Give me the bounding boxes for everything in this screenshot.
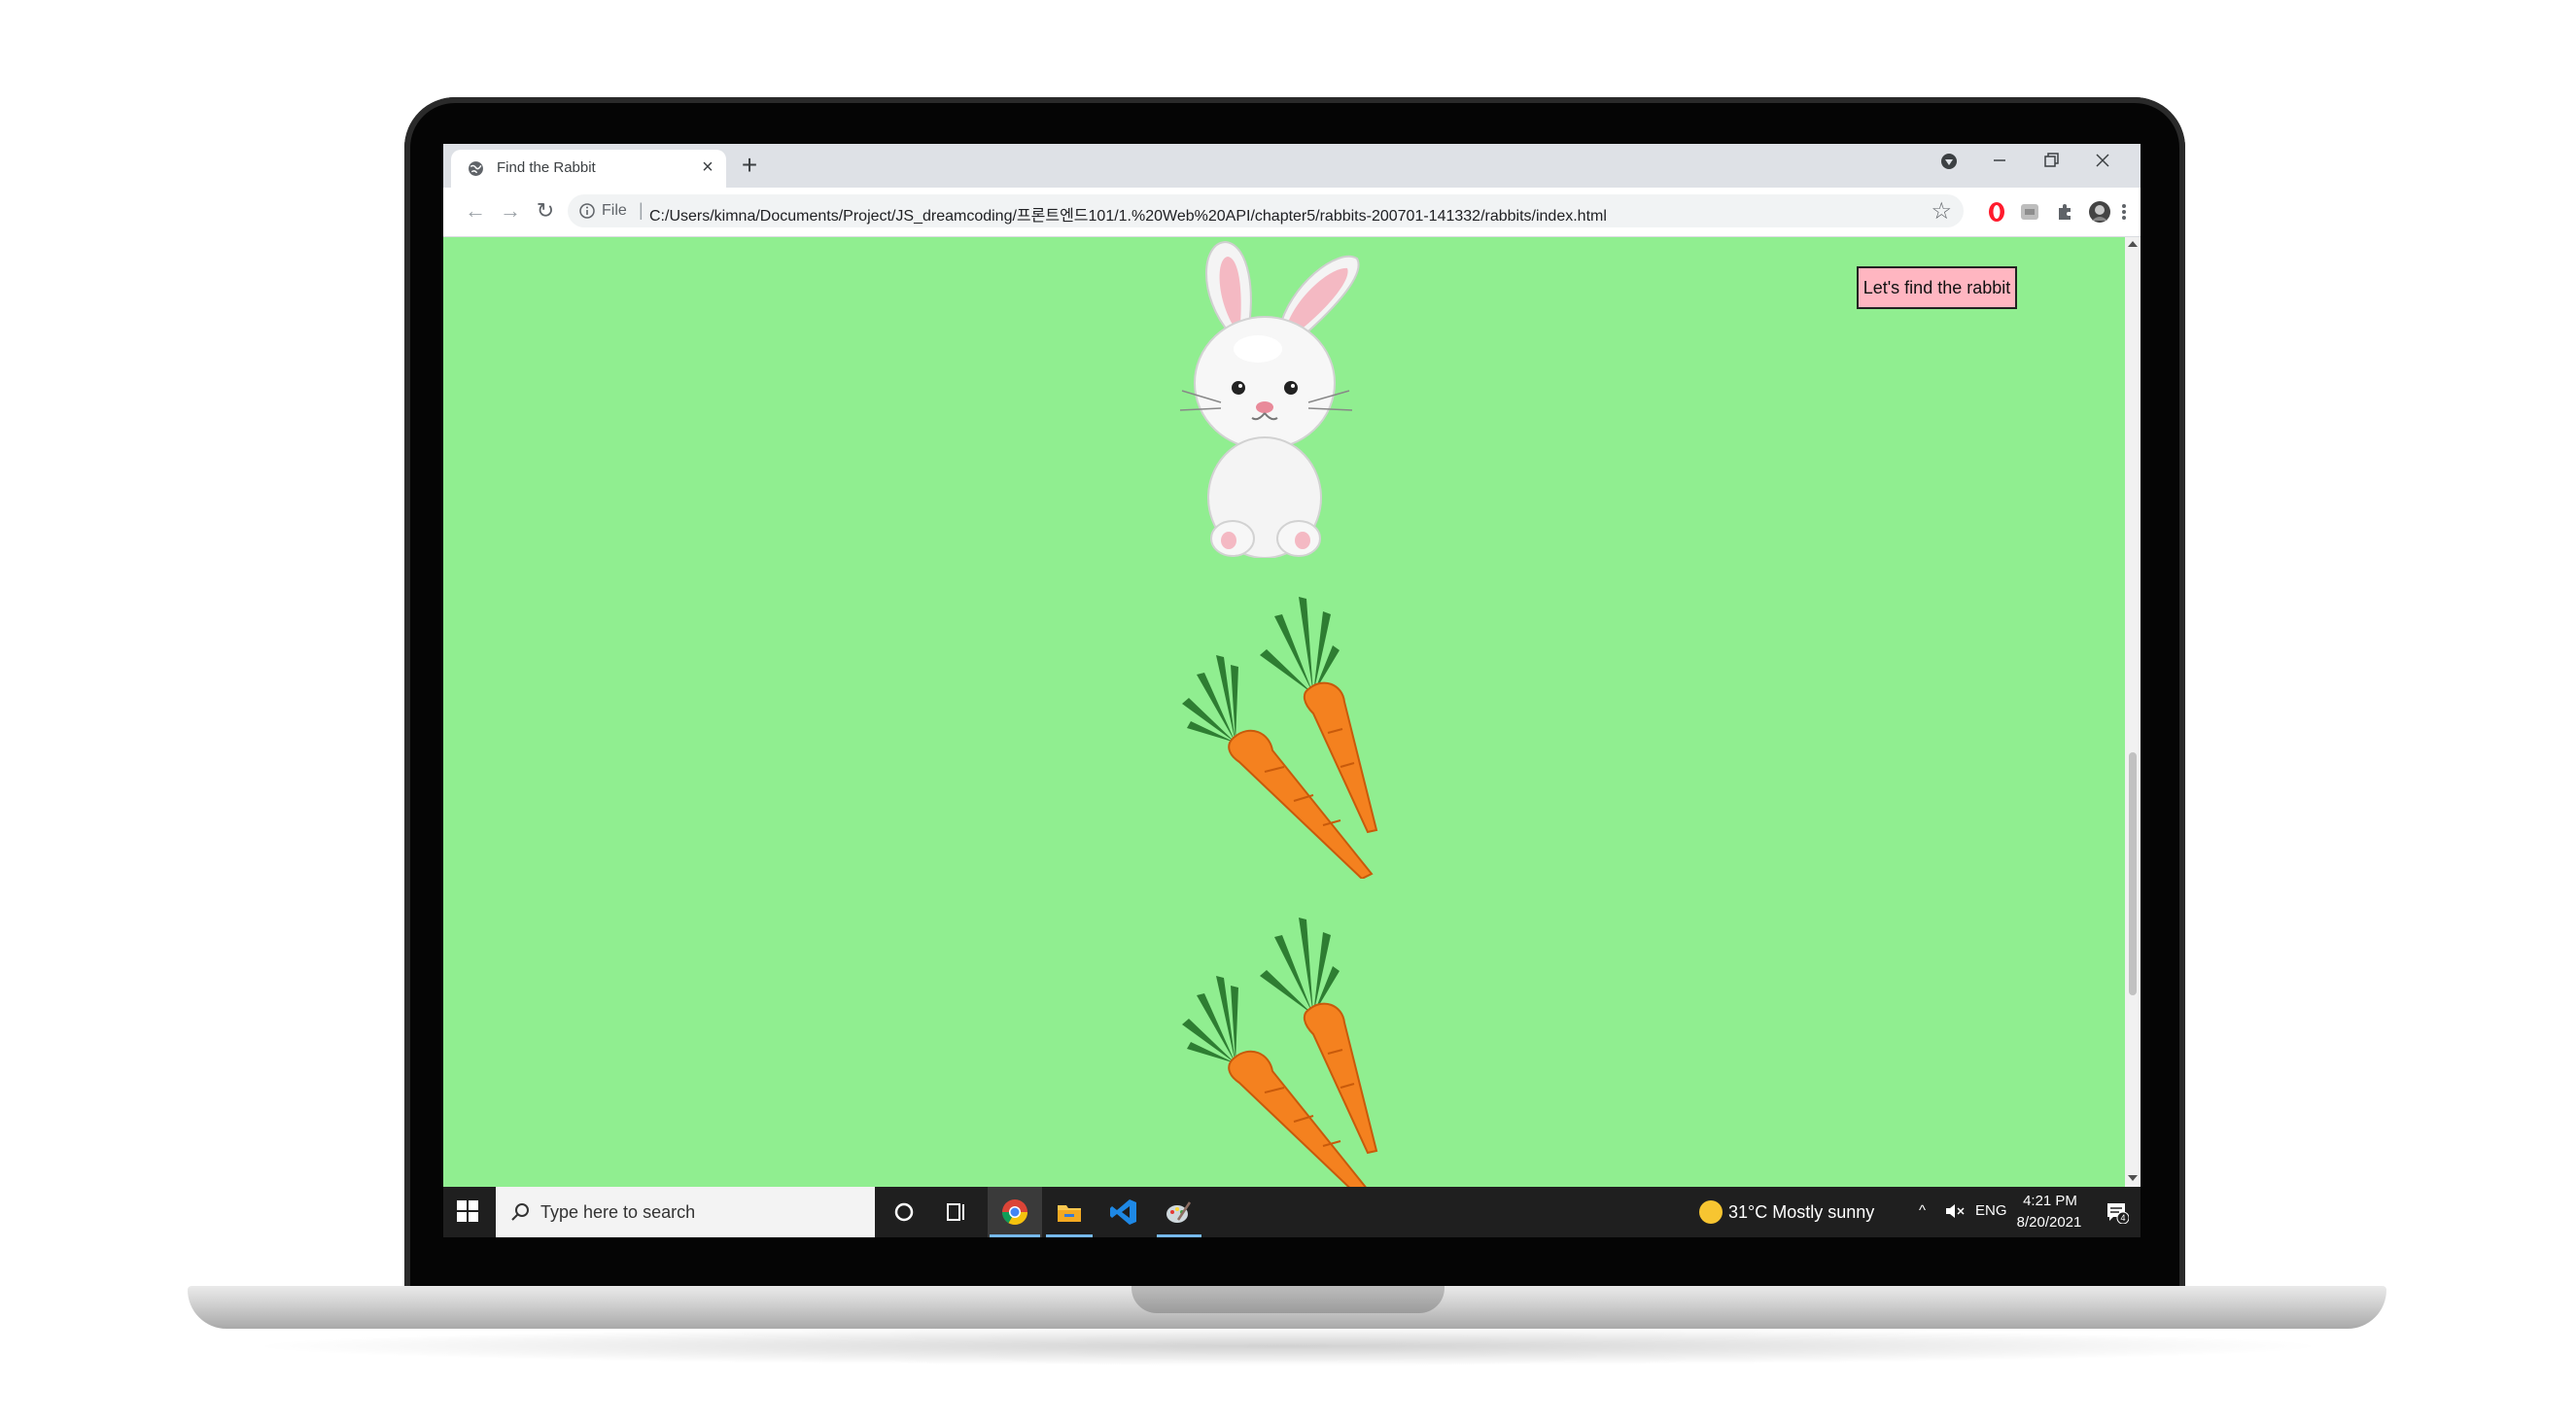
scroll-down-icon[interactable] xyxy=(2128,1175,2138,1181)
opera-icon[interactable] xyxy=(1985,200,2008,224)
new-tab-button[interactable]: + xyxy=(735,152,764,181)
tray-chevron-icon[interactable]: ^ xyxy=(1919,1202,1926,1219)
profile-avatar[interactable] xyxy=(2088,200,2111,224)
bookmark-star-icon[interactable]: ☆ xyxy=(1931,197,1952,226)
vscode-icon[interactable] xyxy=(1108,1197,1139,1228)
paint-active-indicator xyxy=(1157,1234,1201,1237)
taskbar-search-box[interactable]: Type here to search xyxy=(496,1187,875,1237)
browser-toolbar: ← → ↻ File | C:/Users/kimna/Documents/Pr… xyxy=(443,188,2141,237)
address-bar[interactable]: File | C:/Users/kimna/Documents/Project/… xyxy=(568,194,1964,227)
speaker-muted-icon[interactable] xyxy=(1944,1201,1966,1221)
find-rabbit-button[interactable]: Let's find the rabbit xyxy=(1857,266,2017,309)
close-tab-icon[interactable]: × xyxy=(697,156,718,178)
url-separator: | xyxy=(639,200,644,220)
chrome-active-indicator xyxy=(990,1234,1040,1237)
carrot-image[interactable] xyxy=(1177,879,1391,1187)
tab-title: Find the Rabbit xyxy=(497,159,596,176)
url-scheme-label: File xyxy=(602,202,627,219)
browser-tab[interactable]: Find the Rabbit × xyxy=(451,150,726,188)
clock-date[interactable]: 8/20/2021 xyxy=(2010,1214,2088,1231)
tab-strip: Find the Rabbit × + xyxy=(443,144,2141,188)
info-icon xyxy=(579,203,595,219)
extension-icon[interactable] xyxy=(2018,200,2041,224)
notification-center-icon[interactable]: 4 xyxy=(2106,1200,2129,1224)
clock-time[interactable]: 4:21 PM xyxy=(2016,1193,2084,1209)
media-icon[interactable] xyxy=(1925,144,1973,177)
reload-icon[interactable]: ↻ xyxy=(533,198,558,224)
cortana-icon[interactable] xyxy=(888,1197,920,1228)
page-viewport: Let's find the rabbit xyxy=(443,237,2141,1187)
laptop-shadow xyxy=(243,1327,2333,1366)
back-arrow-icon[interactable]: ← xyxy=(463,198,488,224)
chrome-icon[interactable] xyxy=(999,1197,1030,1228)
scroll-thumb[interactable] xyxy=(2129,752,2137,995)
url-text[interactable]: C:/Users/kimna/Documents/Project/JS_drea… xyxy=(649,202,1607,226)
paint-app-icon[interactable] xyxy=(1163,1197,1194,1228)
minimize-icon[interactable] xyxy=(1975,144,2024,177)
vertical-scrollbar[interactable] xyxy=(2125,237,2141,1187)
windows-start-icon[interactable] xyxy=(457,1200,478,1222)
puzzle-icon[interactable] xyxy=(2053,200,2076,224)
language-indicator[interactable]: ENG xyxy=(1975,1202,2007,1219)
explorer-active-indicator xyxy=(1046,1234,1093,1237)
weather-sun-icon xyxy=(1699,1200,1723,1224)
laptop-hinge-notch xyxy=(1131,1286,1445,1313)
scroll-up-icon[interactable] xyxy=(2128,241,2138,247)
carrot-image[interactable] xyxy=(1177,558,1391,879)
close-window-icon[interactable] xyxy=(2078,144,2127,177)
screen: Find the Rabbit × + ← → ↻ File | C:/User… xyxy=(443,144,2141,1237)
rabbit-image[interactable] xyxy=(1172,237,1425,558)
search-icon xyxy=(511,1203,529,1221)
weather-widget[interactable]: 31°C Mostly sunny xyxy=(1728,1202,1874,1223)
search-placeholder: Type here to search xyxy=(540,1202,696,1222)
restore-icon[interactable] xyxy=(2026,144,2074,177)
windows-taskbar: Type here to search 31°C Mostly sunny ^ … xyxy=(443,1187,2141,1237)
forward-arrow-icon[interactable]: → xyxy=(498,198,523,224)
notification-count: 4 xyxy=(2120,1213,2125,1223)
globe-icon xyxy=(469,161,483,176)
task-view-icon[interactable] xyxy=(941,1197,972,1228)
file-explorer-icon[interactable] xyxy=(1054,1197,1085,1228)
menu-kebab-icon[interactable] xyxy=(2117,200,2131,224)
